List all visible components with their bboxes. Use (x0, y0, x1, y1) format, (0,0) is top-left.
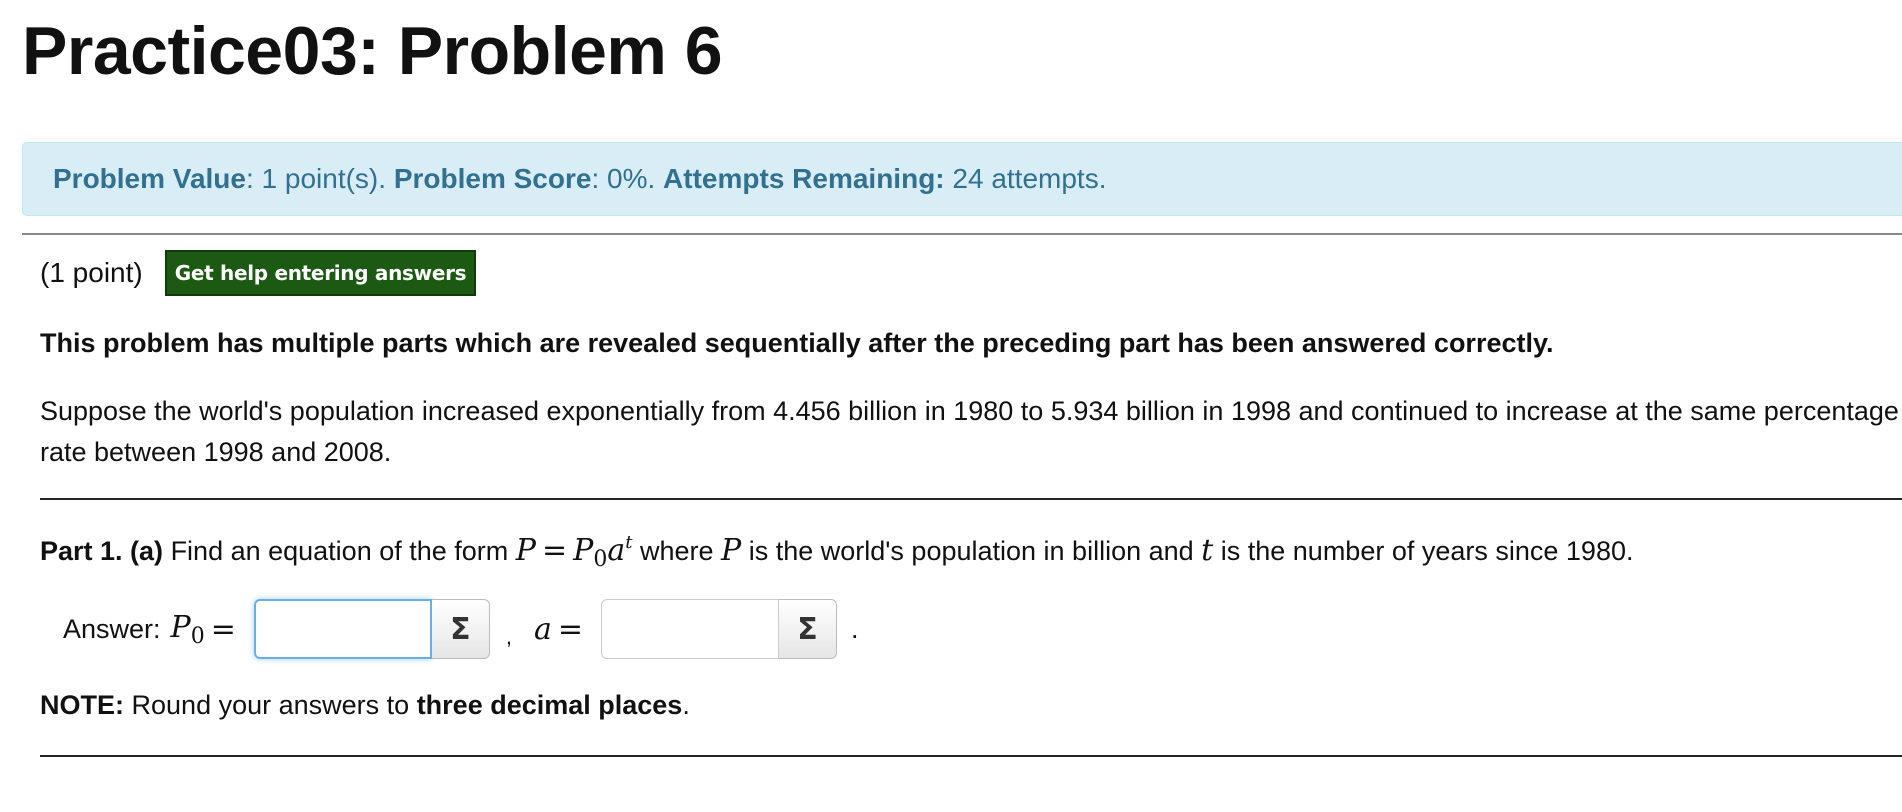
answer-period: . (851, 613, 859, 644)
attempts-remaining-label: Attempts Remaining: (663, 163, 945, 194)
attempts-remaining-text: 24 attempts. (952, 163, 1107, 194)
problem-score-label: Problem Score (393, 163, 592, 194)
part-1-text-after: is the number of years since 1980. (1220, 536, 1634, 566)
a-equation-editor-button[interactable]: Σ (779, 599, 838, 659)
a-answer-group: Σ (601, 599, 838, 659)
part-1-text-before: Find an equation of the form (170, 536, 509, 566)
rounding-note: NOTE: Round your answers to three decima… (40, 690, 690, 721)
equation-lhs: P (515, 533, 536, 568)
problem-value-text: : 1 point(s). (245, 163, 387, 194)
p0-answer-input[interactable] (253, 599, 432, 659)
divider (40, 498, 1902, 500)
part-1-label: Part 1. (a) (40, 536, 164, 566)
note-emphasis: three decimal places (416, 690, 683, 720)
equation-subscript: 0 (593, 547, 608, 572)
answer-row: Answer: P0 = Σ , a = Σ . (63, 598, 859, 660)
sequential-parts-warning: This problem has multiple parts which ar… (40, 328, 1554, 358)
p0-equation-editor-button[interactable]: Σ (431, 599, 490, 659)
equation: P = P0at (515, 532, 633, 572)
answer-separator: , (505, 624, 512, 649)
problem-info-bar: Problem Value: 1 point(s). Problem Score… (22, 142, 1902, 216)
divider (22, 233, 1902, 235)
help-entering-answers-button[interactable]: Get help entering answers (164, 250, 477, 296)
equation-equals: = (541, 533, 568, 568)
problem-points: (1 point) (40, 257, 143, 288)
part-1-question: Part 1. (a) Find an equation of the form… (40, 532, 1633, 572)
note-label: NOTE: (40, 690, 124, 720)
variable-p: P (721, 533, 742, 568)
note-text: Round your answers to (131, 690, 410, 720)
variable-t: t (1201, 533, 1214, 568)
p0-variable: P0 (171, 610, 205, 649)
equation-a: a (607, 533, 626, 568)
equation-p: P (573, 533, 594, 568)
p0-equals: = (210, 611, 236, 647)
a-variable: a (534, 611, 552, 647)
problem-score-text: : 0%. (591, 163, 656, 194)
p0-subscript: 0 (190, 623, 205, 649)
page-title: Practice03: Problem 6 (22, 13, 723, 89)
p0-var: P (170, 609, 191, 645)
divider (40, 755, 1902, 757)
a-answer-input[interactable] (601, 599, 780, 659)
equation-exponent: t (625, 532, 633, 553)
note-end: . (682, 690, 690, 720)
problem-header: (1 point) Get help entering answers (40, 250, 477, 296)
part-1-text-middle: is the world's population in billion and (748, 536, 1194, 566)
answer-label: Answer: (63, 613, 161, 644)
p0-answer-group: Σ (253, 599, 490, 659)
a-equals: = (557, 611, 584, 647)
problem-statement: Suppose the world's population increased… (40, 396, 1899, 467)
part-1-text-where: where (639, 536, 714, 566)
problem-value-label: Problem Value (53, 163, 246, 194)
